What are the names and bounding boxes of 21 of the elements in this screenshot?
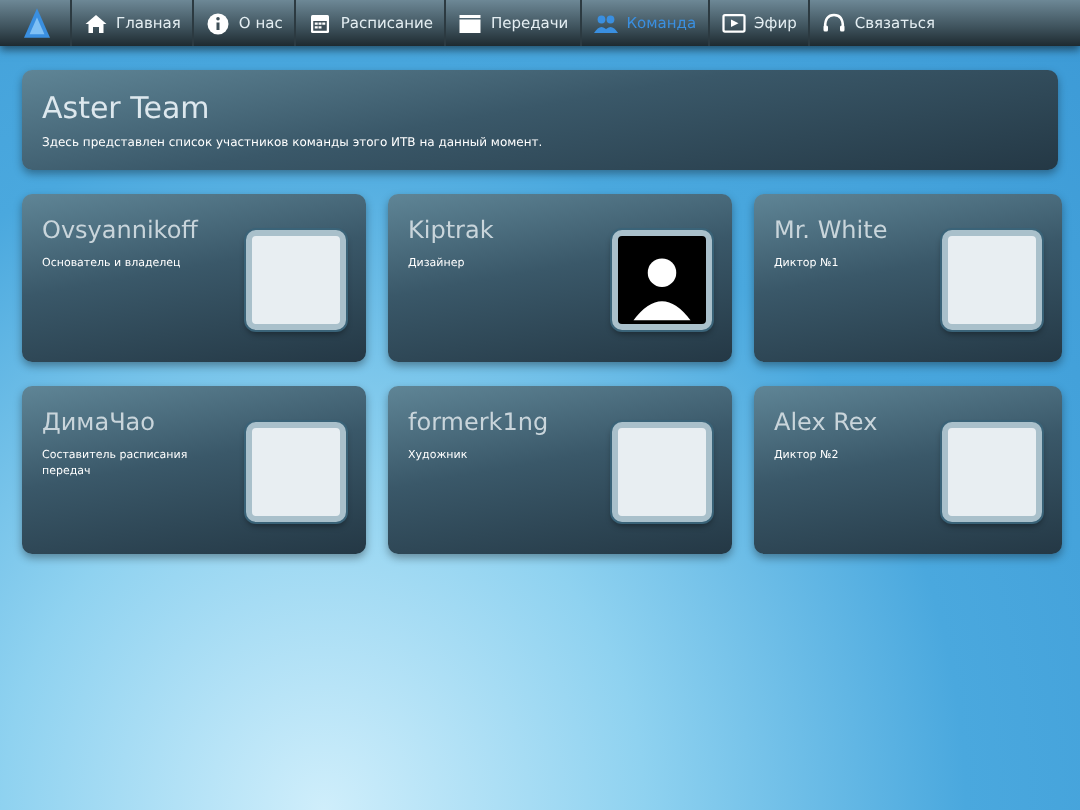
people-icon	[594, 11, 619, 35]
member-name: Mr. White	[774, 214, 888, 246]
member-name: ДимаЧао	[42, 406, 158, 438]
logo-icon[interactable]	[24, 8, 50, 38]
member-name: Alex Rex	[774, 406, 878, 438]
avatar-image	[246, 230, 346, 330]
avatar-image	[246, 422, 346, 522]
play-screen-icon	[722, 11, 747, 35]
headset-icon	[822, 11, 847, 35]
avatar-image	[942, 422, 1042, 522]
avatar-image	[612, 422, 712, 522]
home-icon	[84, 11, 108, 35]
clapperboard-icon	[458, 11, 483, 35]
member-name: formerk1ng	[408, 406, 549, 438]
page-title: Aster Team	[42, 90, 212, 126]
calendar-icon	[308, 11, 333, 35]
member-name: Ovsyannikoff	[42, 214, 198, 246]
avatar-image	[942, 230, 1042, 330]
member-name: Kiptrak	[408, 214, 494, 246]
default-avatar-icon	[612, 230, 712, 330]
info-icon	[206, 11, 231, 35]
